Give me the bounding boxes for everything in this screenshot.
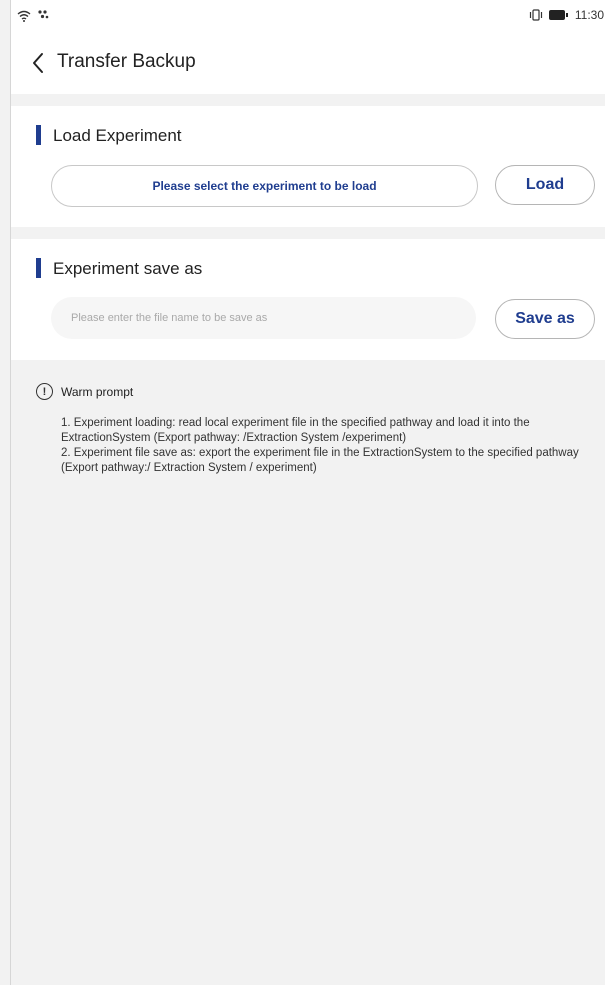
load-section-title: Load Experiment — [53, 126, 182, 145]
signal-icon — [37, 8, 49, 23]
page-title: Transfer Backup — [57, 51, 196, 72]
status-bar-left — [17, 8, 49, 23]
section-marker — [36, 258, 41, 278]
chevron-left-icon[interactable] — [31, 52, 45, 74]
load-button[interactable]: Load — [495, 165, 595, 205]
warm-prompt: ! Warm prompt 1. Experiment loading: rea… — [36, 383, 596, 476]
app-header: Transfer Backup — [11, 32, 605, 94]
section-marker — [36, 125, 41, 145]
status-time: 11:30 — [574, 8, 604, 22]
prompt-title: Warm prompt — [61, 384, 134, 399]
wifi-icon — [17, 10, 31, 22]
vibrate-icon — [529, 9, 543, 21]
save-as-button[interactable]: Save as — [495, 299, 595, 339]
prompt-header: ! Warm prompt — [36, 383, 596, 400]
experiment-select-field[interactable]: Please select the experiment to be load — [51, 165, 478, 207]
save-section-title: Experiment save as — [53, 259, 203, 278]
load-experiment-section: Load Experiment Please select the experi… — [11, 106, 605, 227]
status-bar-right: 11:30 — [529, 8, 604, 22]
save-filename-input[interactable] — [51, 297, 476, 339]
save-as-section: Experiment save as Save as — [11, 239, 605, 360]
app-frame: 11:30 Transfer Backup Load Experiment Pl… — [10, 0, 605, 985]
prompt-body: 1. Experiment loading: read local experi… — [61, 416, 596, 476]
status-bar: 11:30 — [11, 0, 605, 32]
prompt-line: 1. Experiment loading: read local experi… — [61, 417, 530, 444]
battery-icon — [548, 10, 569, 20]
prompt-line: 2. Experiment file save as: export the e… — [61, 447, 579, 474]
alert-icon: ! — [36, 383, 53, 400]
